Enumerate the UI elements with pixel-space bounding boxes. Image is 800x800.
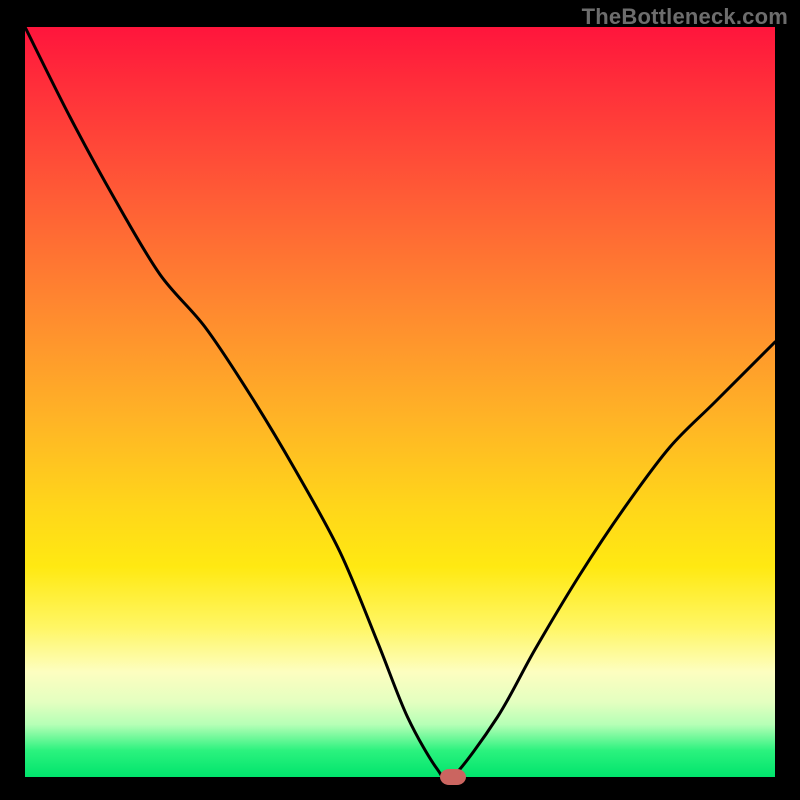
plot-area <box>25 27 775 777</box>
bottleneck-curve <box>25 27 775 777</box>
optimal-point-marker <box>440 769 466 785</box>
watermark-text: TheBottleneck.com <box>582 4 788 30</box>
chart-frame: TheBottleneck.com <box>0 0 800 800</box>
curve-svg <box>25 27 775 777</box>
